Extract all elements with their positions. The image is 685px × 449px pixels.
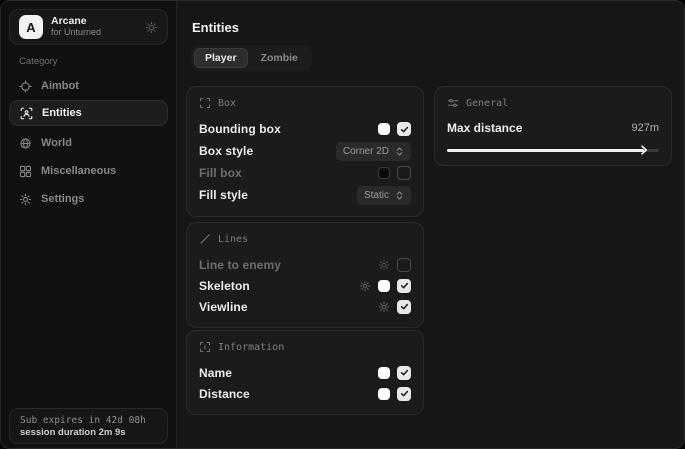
brand-card: A Arcane for Unturned: [9, 9, 168, 45]
setting-row-fill-style: Fill style Static: [199, 184, 411, 206]
name-checkbox[interactable]: [397, 366, 411, 380]
setting-label: Name: [199, 366, 232, 380]
tab-zombie[interactable]: Zombie: [250, 48, 309, 68]
setting-row-distance: Distance: [199, 383, 411, 404]
bounding-box-checkbox[interactable]: [397, 122, 411, 136]
brand-logo: A: [19, 15, 43, 39]
setting-label: Viewline: [199, 300, 248, 314]
box-card: Box Bounding box Box style Corner 2D: [186, 86, 424, 217]
sidebar-item-label: Settings: [41, 193, 84, 205]
sidebar-item-label: Miscellaneous: [41, 165, 116, 177]
general-card-title: General: [466, 98, 508, 109]
box-corners-icon: [199, 97, 211, 109]
color-swatch[interactable]: [378, 388, 390, 400]
category-label: Category: [19, 56, 58, 67]
setting-label: Skeleton: [199, 279, 250, 293]
slider-thumb[interactable]: [638, 144, 650, 156]
page-title: Entities: [192, 20, 239, 35]
sidebar-item-aimbot[interactable]: Aimbot: [9, 73, 168, 99]
tab-player[interactable]: Player: [194, 48, 248, 68]
lines-card-title: Lines: [218, 234, 248, 245]
color-swatch[interactable]: [378, 280, 390, 292]
setting-label: Fill box: [199, 166, 242, 180]
setting-label: Box style: [199, 144, 253, 158]
setting-label: Distance: [199, 387, 250, 401]
chevron-sort-icon: [395, 191, 404, 200]
viewline-checkbox[interactable]: [397, 300, 411, 314]
setting-row-bounding-box: Bounding box: [199, 118, 411, 140]
skeleton-checkbox[interactable]: [397, 279, 411, 293]
information-card: Information Name Distance: [186, 330, 424, 415]
gear-icon[interactable]: [145, 21, 158, 34]
setting-row-name: Name: [199, 362, 411, 383]
session-duration-text: session duration 2m 9s: [20, 427, 157, 438]
sidebar-item-entities[interactable]: Entities: [9, 100, 168, 126]
setting-row-skeleton: Skeleton: [199, 275, 411, 296]
setting-label: Line to enemy: [199, 258, 281, 272]
gear-icon: [19, 193, 32, 206]
main-content: Entities Player Zombie Box Bounding box: [177, 1, 684, 448]
max-distance-slider[interactable]: [447, 145, 659, 155]
dropdown-value: Static: [364, 190, 389, 201]
subscription-info-card: Sub expires in 42d 08h session duration …: [9, 408, 168, 444]
box-card-title: Box: [218, 98, 236, 109]
distance-checkbox[interactable]: [397, 387, 411, 401]
color-swatch[interactable]: [378, 167, 390, 179]
color-swatch[interactable]: [378, 123, 390, 135]
fill-style-dropdown[interactable]: Static: [357, 186, 411, 205]
sidebar-item-label: Aimbot: [41, 80, 79, 92]
globe-icon: [19, 137, 32, 150]
general-card: General Max distance 927m: [434, 86, 672, 166]
sidebar: A Arcane for Unturned Category Aimbot: [1, 1, 177, 448]
sidebar-item-miscellaneous[interactable]: Miscellaneous: [9, 158, 168, 184]
brand-text: Arcane for Unturned: [51, 16, 101, 38]
information-card-header: Information: [199, 341, 411, 353]
gear-icon[interactable]: [359, 280, 371, 292]
sliders-icon: [447, 97, 459, 109]
sidebar-item-label: World: [41, 137, 72, 149]
sidebar-item-label: Entities: [42, 107, 82, 119]
diagonal-line-icon: [199, 233, 211, 245]
chevron-sort-icon: [395, 147, 404, 156]
scan-icon: [20, 107, 33, 120]
general-card-header: General: [447, 97, 659, 109]
information-card-title: Information: [218, 342, 284, 353]
box-style-dropdown[interactable]: Corner 2D: [336, 142, 411, 161]
setting-row-box-style: Box style Corner 2D: [199, 140, 411, 162]
brand-name: Arcane: [51, 16, 101, 28]
lines-card: Lines Line to enemy Skeleton: [186, 222, 424, 328]
sub-expiry-text: Sub expires in 42d 08h: [20, 415, 157, 426]
lines-card-header: Lines: [199, 233, 411, 245]
info-scan-icon: [199, 341, 211, 353]
max-distance-label: Max distance: [447, 121, 522, 135]
entity-tabs: Player Zombie: [191, 45, 312, 71]
gear-icon[interactable]: [378, 259, 390, 271]
grid-icon: [19, 165, 32, 178]
dropdown-value: Corner 2D: [343, 146, 389, 157]
brand-subtitle: for Unturned: [51, 28, 101, 38]
line-to-enemy-checkbox[interactable]: [397, 258, 411, 272]
setting-label: Fill style: [199, 188, 248, 202]
max-distance-value: 927m: [631, 122, 659, 134]
sidebar-item-settings[interactable]: Settings: [9, 186, 168, 212]
fill-box-checkbox[interactable]: [397, 166, 411, 180]
gear-icon[interactable]: [378, 301, 390, 313]
setting-row-line-to-enemy: Line to enemy: [199, 254, 411, 275]
app-window: A Arcane for Unturned Category Aimbot: [0, 0, 685, 449]
crosshair-icon: [19, 80, 32, 93]
setting-row-fill-box: Fill box: [199, 162, 411, 184]
box-card-header: Box: [199, 97, 411, 109]
max-distance-row: Max distance 927m: [447, 118, 659, 138]
slider-fill: [447, 149, 644, 152]
sidebar-item-world[interactable]: World: [9, 130, 168, 156]
setting-label: Bounding box: [199, 122, 281, 136]
color-swatch[interactable]: [378, 367, 390, 379]
setting-row-viewline: Viewline: [199, 296, 411, 317]
